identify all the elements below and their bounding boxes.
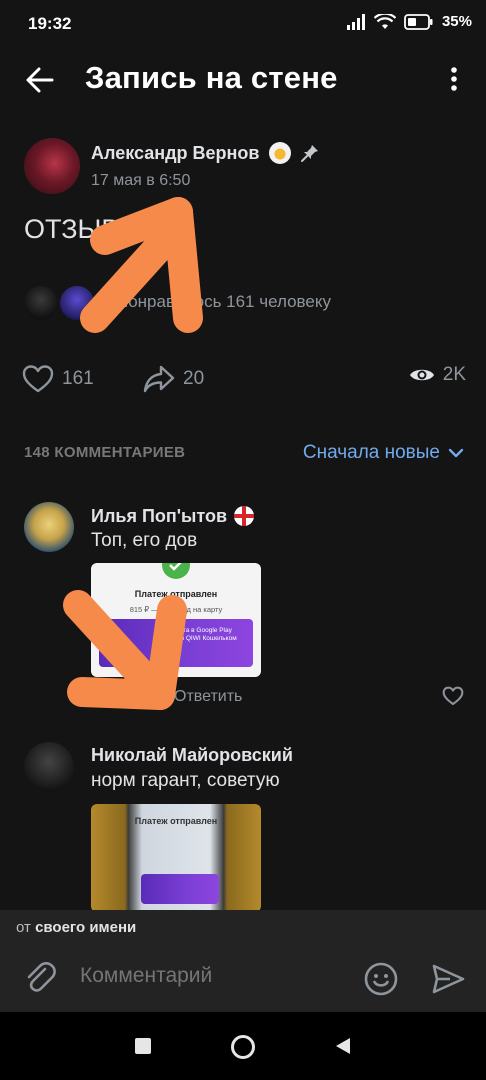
post-as-prefix: от — [16, 919, 31, 936]
comment-like-button[interactable] — [442, 686, 464, 711]
receipt-banner — [141, 874, 219, 904]
post-text: ОТЗЫВЫ — [24, 214, 144, 244]
emoji-button[interactable] — [363, 961, 399, 997]
liked-by-row[interactable]: Понравилось 161 человеку — [22, 284, 462, 324]
sort-label: Сначала новые — [302, 442, 440, 463]
author-name[interactable]: Александр Вернов — [91, 143, 259, 164]
receipt-subtitle: 815 ₽ — Перевод на карту — [129, 605, 223, 614]
receipt-banner-text: Оплата в Google Play через QIWI Кошелько… — [167, 627, 237, 642]
paperclip-icon — [27, 962, 56, 992]
comment: Илья Поп'ытов Топ, его дов Платеж отправ… — [24, 502, 464, 717]
commenter-avatar[interactable] — [24, 502, 74, 552]
sort-button[interactable]: Сначала новые — [303, 442, 464, 464]
author-badges — [268, 141, 320, 170]
status-time: 19:32 — [28, 14, 72, 33]
page-title: Запись на стене — [85, 60, 338, 95]
triangle-back-icon — [336, 1038, 350, 1054]
like-count: 161 — [62, 368, 94, 389]
commenter-name-row[interactable]: Илья Поп'ытов — [91, 505, 255, 527]
arrow-left-icon — [26, 67, 54, 93]
status-icons: 35% — [346, 13, 472, 30]
heart-icon — [22, 365, 54, 393]
battery-icon — [404, 13, 434, 30]
share-button[interactable]: 20 — [143, 364, 204, 394]
commenter-name[interactable]: Николай Майоровский — [91, 745, 293, 766]
share-count: 20 — [183, 368, 205, 389]
recents-button[interactable] — [131, 1034, 155, 1058]
comments-count: 148 КОММЕНТАРИЕВ — [24, 444, 186, 461]
nav-back-button[interactable] — [331, 1034, 355, 1058]
comment: Николай Майоровский норм гарант, советую… — [24, 742, 464, 912]
liked-by-text: Понравилось 161 человеку — [116, 292, 331, 311]
heart-icon — [442, 686, 464, 705]
wifi-icon — [373, 13, 396, 30]
system-nav-bar — [0, 1012, 486, 1080]
battery-percent: 35% — [441, 13, 472, 30]
egg-icon — [268, 141, 292, 170]
chevron-down-icon — [448, 448, 464, 458]
comment-text: норм гарант, советую — [91, 770, 280, 791]
commenter-name-row[interactable]: Николай Майоровский — [91, 745, 293, 766]
pin-icon — [300, 143, 320, 168]
eye-icon — [409, 369, 434, 381]
flag-england-icon — [234, 506, 255, 526]
liker-avatar — [22, 284, 60, 322]
more-button[interactable] — [444, 64, 464, 96]
post-as-name[interactable]: своего имени — [35, 919, 136, 936]
status-bar: 19:32 35% — [0, 0, 486, 50]
comment-image[interactable]: Платеж отправлен — [91, 804, 261, 912]
liker-avatar — [58, 284, 96, 322]
comment-composer — [0, 944, 486, 1012]
post-as-text: от своего имени — [16, 919, 136, 936]
post-as-bar[interactable]: от своего имени — [0, 910, 486, 944]
commenter-avatar[interactable] — [24, 742, 74, 792]
author-avatar[interactable] — [24, 138, 80, 194]
like-button[interactable]: 161 — [22, 364, 94, 394]
circle-icon — [231, 1035, 255, 1059]
commenter-name[interactable]: Илья Поп'ытов — [91, 506, 227, 527]
share-icon — [143, 365, 175, 393]
receipt-title: Платеж отправлен — [134, 816, 218, 826]
post-author[interactable]: Александр Вернов 17 мая в 6:50 — [24, 138, 464, 198]
home-button[interactable] — [230, 1034, 255, 1059]
send-button[interactable] — [430, 961, 466, 997]
send-icon — [432, 964, 465, 994]
check-circle-icon — [162, 563, 190, 579]
back-button[interactable] — [22, 62, 58, 98]
post-date: 17 мая в 6:50 — [91, 172, 191, 189]
smile-icon — [364, 962, 398, 996]
more-vertical-icon — [451, 67, 457, 91]
comments-header: 148 КОММЕНТАРИЕВ Сначала новые — [24, 442, 464, 466]
comment-text: Топ, его дов — [91, 530, 198, 551]
comment-input[interactable] — [80, 964, 350, 988]
reply-button[interactable]: Ответить — [174, 688, 242, 706]
square-icon — [135, 1038, 151, 1054]
view-count: 2K — [442, 364, 466, 385]
receipt-title: Платеж отправлен — [134, 589, 218, 599]
signal-icon — [346, 13, 366, 30]
app-bar: Запись на стене — [0, 50, 486, 110]
comment-image[interactable]: Платеж отправлен 815 ₽ — Перевод на карт… — [91, 563, 261, 677]
attach-button[interactable] — [22, 960, 58, 996]
views: 2K — [409, 364, 466, 386]
post-actions: 161 20 2K — [22, 364, 466, 400]
receipt-banner: Оплата в Google Play через QIWI Кошелько… — [99, 619, 253, 667]
